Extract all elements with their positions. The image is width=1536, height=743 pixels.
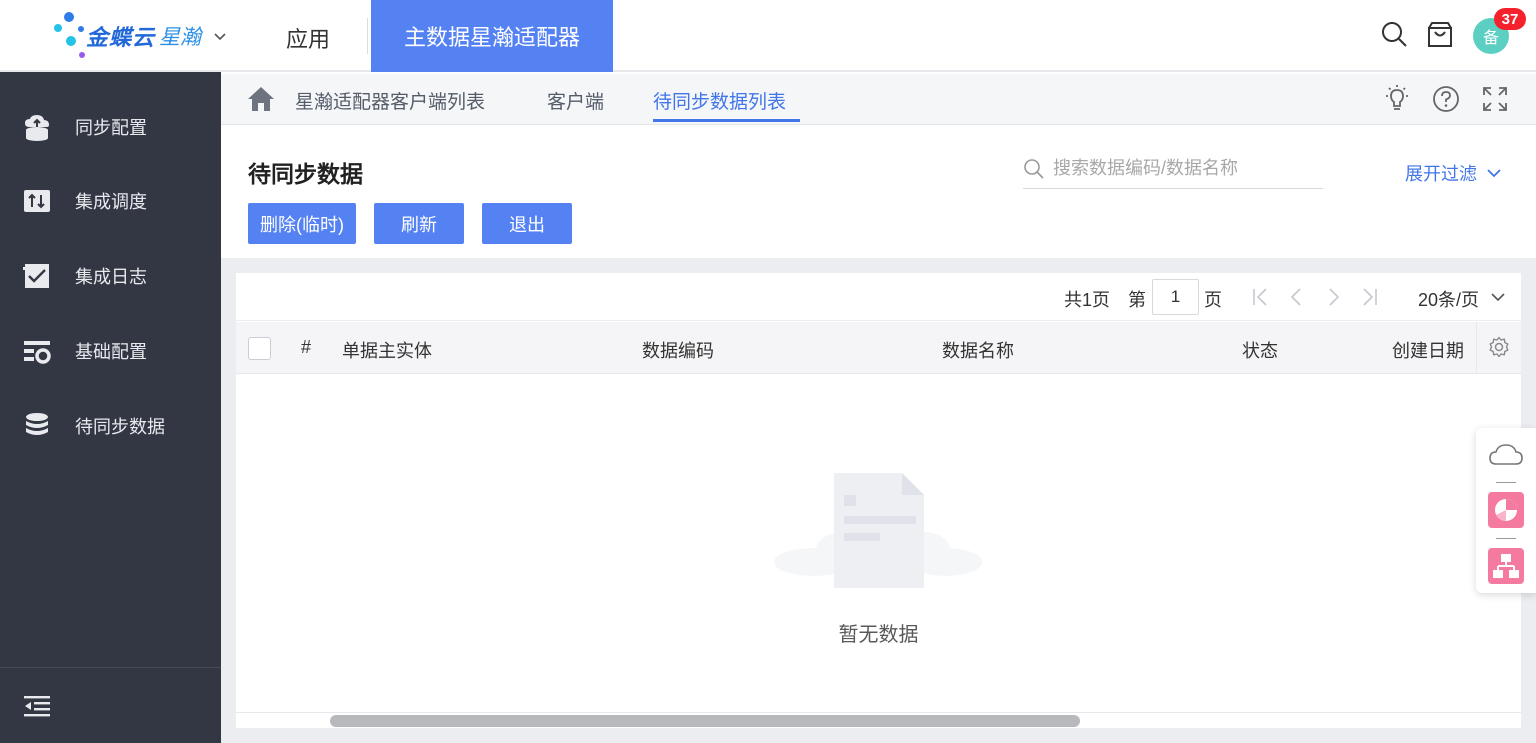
data-grid-card: 共1页 第 1 页 20条/页 # 单据主实体 数据编码 数据名称 状态 创建日… bbox=[236, 273, 1521, 728]
top-bar: 金蝶云 星瀚 应用 主数据星瀚适配器 备 37 bbox=[0, 0, 1536, 72]
column-header-entity[interactable]: 单据主实体 bbox=[342, 337, 432, 363]
search-icon bbox=[1024, 159, 1044, 179]
exit-button[interactable]: 退出 bbox=[482, 203, 572, 244]
shopping-bag-icon[interactable] bbox=[1426, 20, 1454, 48]
org-chart-app-icon[interactable] bbox=[1488, 548, 1524, 584]
sidebar: 同步配置 集成调度 集成日志 基础配置 待同步数据 bbox=[0, 72, 221, 743]
pagination-bar: 共1页 第 1 页 20条/页 bbox=[236, 273, 1521, 321]
page-number-input[interactable]: 1 bbox=[1152, 279, 1199, 315]
expand-filter-link[interactable]: 展开过滤 bbox=[1405, 160, 1501, 186]
search-input[interactable] bbox=[1053, 154, 1318, 182]
column-header-created-date[interactable]: 创建日期 bbox=[1392, 337, 1464, 363]
tab-pending-data-list[interactable]: 待同步数据列表 bbox=[653, 87, 786, 114]
config-icon bbox=[24, 341, 51, 364]
page-suffix-text: 页 bbox=[1204, 290, 1222, 310]
sidebar-item-label: 集成调度 bbox=[75, 192, 147, 212]
column-header-code[interactable]: 数据编码 bbox=[642, 337, 714, 363]
tab-client-list[interactable]: 星瀚适配器客户端列表 bbox=[295, 87, 485, 114]
table-header: # 单据主实体 数据编码 数据名称 状态 创建日期 bbox=[236, 322, 1521, 374]
app-menu[interactable]: 应用 bbox=[286, 22, 330, 54]
notification-badge: 37 bbox=[1494, 8, 1526, 30]
search-box bbox=[1023, 150, 1323, 189]
first-page-icon[interactable] bbox=[1250, 286, 1272, 308]
sidebar-item-label: 待同步数据 bbox=[75, 417, 165, 437]
tab-bar: 星瀚适配器客户端列表 客户端 待同步数据列表 bbox=[221, 74, 1536, 125]
scrollbar-thumb[interactable] bbox=[330, 715, 1080, 727]
logo-subtext: 星瀚 bbox=[159, 26, 202, 49]
sidebar-item-label: 同步配置 bbox=[75, 118, 147, 138]
delete-temp-button[interactable]: 删除(临时) bbox=[248, 203, 356, 244]
total-pages-text: 共1页 bbox=[1064, 290, 1111, 310]
active-app-tab[interactable]: 主数据星瀚适配器 bbox=[371, 0, 613, 72]
column-settings[interactable] bbox=[1476, 322, 1521, 374]
database-icon bbox=[26, 413, 48, 435]
next-page-icon[interactable] bbox=[1322, 286, 1344, 308]
collapse-sidebar-icon[interactable] bbox=[24, 694, 50, 718]
empty-state-text: 暂无数据 bbox=[838, 624, 919, 646]
divider bbox=[1496, 482, 1516, 483]
sidebar-item-pending-data[interactable]: 待同步数据 bbox=[0, 401, 221, 451]
page-prefix-text: 第 bbox=[1128, 290, 1146, 310]
chevron-down-icon bbox=[1487, 169, 1501, 178]
log-icon bbox=[23, 264, 49, 288]
floating-toolbar bbox=[1476, 428, 1536, 593]
horizontal-scrollbar[interactable] bbox=[236, 712, 1521, 728]
product-logo[interactable]: 金蝶云 星瀚 bbox=[52, 12, 227, 60]
home-icon[interactable] bbox=[247, 86, 275, 112]
divider bbox=[0, 667, 221, 668]
search-icon[interactable] bbox=[1380, 20, 1408, 48]
chevron-down-icon[interactable] bbox=[213, 29, 227, 43]
expand-filter-label: 展开过滤 bbox=[1405, 164, 1477, 184]
select-all-checkbox[interactable] bbox=[248, 337, 271, 360]
schedule-icon bbox=[24, 190, 50, 212]
logo-mark-icon bbox=[52, 12, 86, 60]
sidebar-item-integration-schedule[interactable]: 集成调度 bbox=[0, 176, 221, 226]
cloud-icon[interactable] bbox=[1488, 438, 1524, 474]
empty-state-illustration bbox=[774, 473, 982, 588]
sidebar-item-label: 集成日志 bbox=[75, 267, 147, 287]
fullscreen-icon[interactable] bbox=[1480, 84, 1510, 114]
page-title: 待同步数据 bbox=[248, 161, 363, 187]
refresh-button[interactable]: 刷新 bbox=[374, 203, 464, 244]
logo-text: 金蝶云 bbox=[86, 25, 156, 50]
chevron-down-icon[interactable] bbox=[1491, 292, 1505, 302]
sidebar-item-integration-log[interactable]: 集成日志 bbox=[0, 251, 221, 301]
prev-page-icon[interactable] bbox=[1286, 286, 1308, 308]
page-size-select[interactable]: 20条/页 bbox=[1418, 286, 1479, 312]
divider bbox=[1496, 538, 1516, 539]
pie-chart-app-icon[interactable] bbox=[1488, 492, 1524, 528]
divider bbox=[367, 18, 368, 54]
column-header-name[interactable]: 数据名称 bbox=[942, 337, 1014, 363]
column-header-status[interactable]: 状态 bbox=[1242, 337, 1278, 363]
column-header-index: # bbox=[301, 337, 312, 357]
sidebar-item-label: 基础配置 bbox=[75, 342, 147, 362]
lightbulb-icon[interactable] bbox=[1382, 84, 1412, 114]
sidebar-item-sync-config[interactable]: 同步配置 bbox=[0, 102, 221, 152]
last-page-icon[interactable] bbox=[1358, 286, 1380, 308]
active-tab-indicator bbox=[653, 119, 800, 122]
sidebar-item-basic-config[interactable]: 基础配置 bbox=[0, 326, 221, 376]
cloud-sync-icon bbox=[25, 115, 49, 141]
help-icon[interactable] bbox=[1431, 84, 1461, 114]
tab-client[interactable]: 客户端 bbox=[547, 87, 604, 114]
gear-icon bbox=[1489, 336, 1509, 358]
